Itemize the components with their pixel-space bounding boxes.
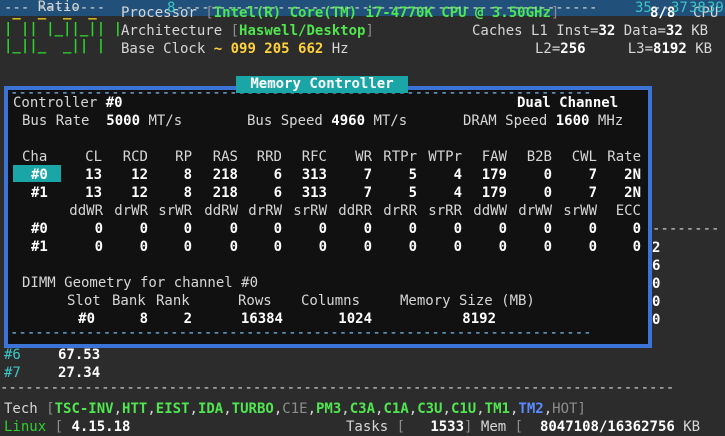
right-column-value: 6 [652,258,661,274]
tasks-value: 1533 [430,419,465,435]
dram-speed-row: DRAM Speed 1600 MHz [463,112,623,130]
hz-unit: Hz [331,41,349,57]
tech-item: C3A [349,401,376,417]
tasks-row: Tasks [ 1533] Mem [ 8047108/16362756 KB [346,419,701,435]
tech-label: Tech [4,401,38,417]
kb-unit: KB [691,23,709,39]
caches-row: Caches L1 Inst=32 Data=32 KB [472,22,708,40]
ratio-mark-8: 8 [167,0,176,16]
dimm-cell: 1024 [338,311,372,327]
bus-speed-label: Bus Speed [247,113,323,129]
ratio-mark-38: 38 [689,0,706,16]
right-column-value: 0 [652,294,661,310]
bus-rate-row: Bus Rate 5000 MT/s [22,112,182,130]
timing-header: Rate [607,149,641,165]
ratio-mark-35: 35 [635,0,652,16]
caches-label: Caches L1 Inst= [472,23,599,39]
dimm-header: Memory Size (MB) [400,293,535,309]
tasks-label: Tasks [346,419,389,435]
base-clock-label: Base Clock [121,41,206,57]
controller-label: Controller [13,95,98,111]
bus-speed-unit: MT/s [373,113,408,129]
tech-item: TSC-INV [54,401,114,417]
mem-label: Mem [480,419,507,435]
status-row: Linux [ 4.15.18 [4,419,131,435]
l1-data: 32 [665,23,683,39]
right-column-value: 0 [652,312,661,328]
mem-value: 8047108/16362756 [539,419,675,435]
clock-row: Base Clock ~ 099 205 662 Hz [121,40,349,58]
timing-cell: 2N [624,185,641,201]
bus-rate-label: Bus Rate [22,113,90,129]
dimm-header: Rank [156,293,190,309]
kb-unit-2: KB [695,41,713,57]
ratio-mark-39: 39 [707,0,724,16]
channel-mode: Dual Channel [517,95,619,111]
tech-item: HOT [552,401,578,417]
dimm-header: Bank [112,293,146,309]
tech-item: C1U [450,401,477,417]
right-dashes: -------- [652,221,720,237]
dram-speed-unit: MHz [597,113,624,129]
dimm-cell: 2 [183,311,192,327]
l1-data-label: Data= [623,23,666,39]
tech-item: IDA [197,401,224,417]
core-value: 67.53 [58,347,101,363]
ratio-label: Ratio [37,0,80,15]
tech-item: PM3 [316,401,342,417]
tech-item: TM2 [518,401,544,417]
dimm-header: Columns [301,293,361,309]
turnaround-cell: 0 [632,221,641,237]
turnaround-header: ECC [615,203,641,219]
tech-item: HTT [122,401,148,417]
bus-rate-unit: MT/s [148,113,183,129]
dimm-cell: 8192 [462,311,496,327]
right-column-value: 0 [652,276,661,292]
bus-speed-row: Bus Speed 4960 MT/s [247,112,407,130]
turnaround-cell: 0 [632,239,641,255]
dram-speed-value: 1600 [555,113,590,129]
l2-value: 256 [560,41,586,57]
mem-unit: KB [683,419,701,435]
l3-value: 8192 [653,41,687,57]
base-clock-value: ~ 099 205 662 [213,41,324,57]
arch-row: Architecture [Haswell/Desktop] [121,23,374,39]
l1-inst: 32 [598,23,616,39]
tech-item: C3U [417,401,443,417]
dimm-title: DIMM Geometry for channel #0 [22,275,259,291]
l2-l3-row: L2=256 L3=8192 KB [535,40,712,58]
ratio-mark-37: 37 [671,0,688,16]
kernel-version: 4.15.18 [71,419,131,435]
arch-value: Haswell/Desktop [239,23,366,39]
dram-speed-label: DRAM Speed [463,113,548,129]
right-column-value: 2 [652,240,661,256]
tech-item: TM1 [484,401,510,417]
bottom-separator: ----------------------------------------… [0,380,675,396]
memory-controller-title: Memory Controller [236,76,408,93]
dimm-header: Slot [67,293,101,309]
arch-label: Architecture [121,23,223,39]
dimm-cell: 16384 [240,311,283,327]
tech-items: TSC-INV,HTT,EIST,IDA,TURBO,C1E,PM3,C3A,C… [54,401,578,417]
tech-item: TURBO [231,401,274,417]
core-id: #6 [4,347,21,363]
tech-item: C1E [282,401,308,417]
l2-label: L2= [535,41,561,57]
controller-id: #0 [105,95,123,111]
tech-item: EIST [155,401,190,417]
l3-label: L3= [627,41,654,57]
bus-rate-value: 5000 [106,113,141,129]
tech-row: Tech [TSC-INV,HTT,EIST,IDA,TURBO,C1E,PM3… [4,401,586,417]
timing-cell: 2N [624,167,641,183]
controller-row: Controller #0 [13,94,123,112]
os-label: Linux [4,419,47,435]
tech-item: C1A [383,401,409,417]
bus-speed-value: 4960 [331,113,366,129]
dimm-header: Rows [238,293,272,309]
